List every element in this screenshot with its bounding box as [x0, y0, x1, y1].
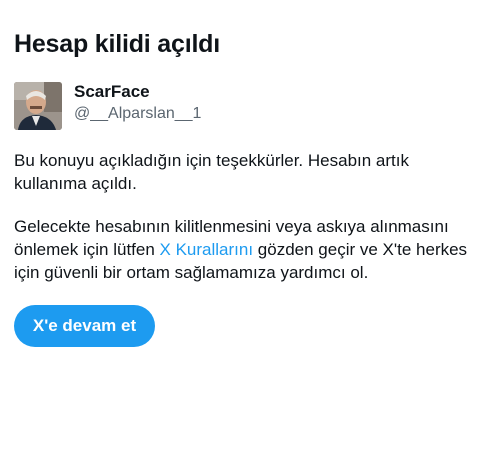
message-paragraph-1: Bu konuyu açıkladığın için teşekkürler. …	[14, 151, 409, 193]
profile-photo-icon	[14, 82, 62, 130]
account-card: ScarFace @__Alparslan__1	[14, 82, 414, 130]
account-handle: @__Alparslan__1	[74, 105, 202, 122]
avatar	[14, 82, 62, 130]
continue-to-x-button[interactable]: X'e devam et	[14, 305, 155, 347]
account-display-name: ScarFace	[74, 82, 150, 101]
page-title: Hesap kilidi açıldı	[14, 30, 221, 58]
message-paragraph-2: Gelecekte hesabının kilitlenmesini veya …	[14, 215, 486, 284]
x-rules-link[interactable]: X Kurallarını	[160, 240, 254, 259]
